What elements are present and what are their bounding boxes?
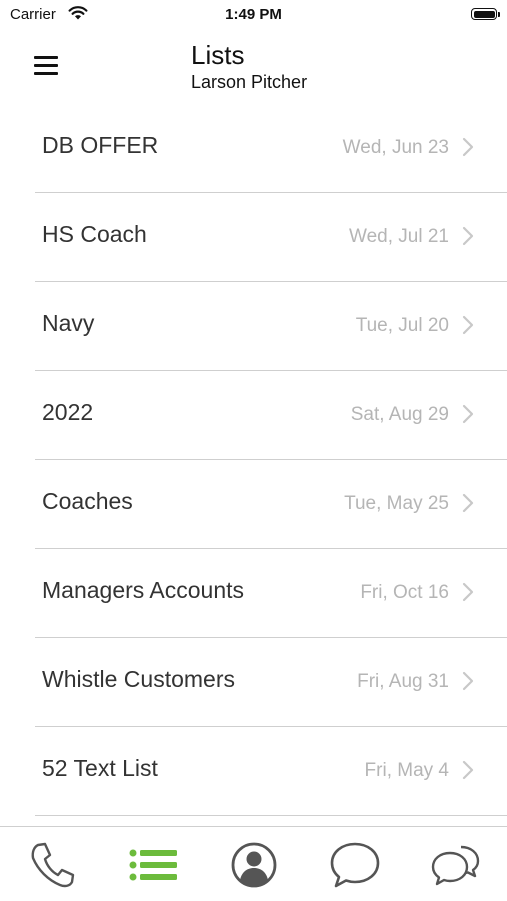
list-item[interactable]: Managers Accounts Fri, Oct 16	[35, 549, 507, 638]
group-chat-icon[interactable]	[428, 837, 484, 893]
list-item-name: Managers Accounts	[42, 577, 245, 603]
lists-icon[interactable]	[125, 837, 181, 893]
list-item-date: Sat, Aug 29	[350, 404, 449, 425]
clock: 1:49 PM	[225, 6, 282, 23]
tab-bar	[0, 826, 507, 901]
list-item[interactable]: HS Coach Wed, Jul 21	[35, 193, 507, 282]
list-item-name: DB OFFER	[42, 132, 159, 158]
hamburger-menu-icon[interactable]	[30, 50, 62, 82]
chevron-right-icon	[462, 404, 474, 424]
page-subtitle: Larson Pitcher	[191, 72, 308, 92]
chevron-right-icon	[462, 671, 474, 691]
battery-icon	[471, 8, 500, 20]
list-item-name: 2022	[42, 399, 94, 425]
status-bar: Carrier 1:49 PM	[0, 0, 507, 30]
chevron-right-icon	[462, 226, 474, 246]
list-item-name: HS Coach	[42, 221, 147, 247]
list-item[interactable]: 2022 Sat, Aug 29	[35, 371, 507, 460]
list-item-date: Tue, May 25	[344, 493, 449, 514]
list-item-date: Fri, Aug 31	[357, 671, 449, 692]
chevron-right-icon	[462, 315, 474, 335]
chevron-right-icon	[462, 493, 474, 513]
list-item-date: Wed, Jul 21	[349, 226, 449, 247]
list-item-date: Fri, Oct 16	[360, 582, 449, 603]
list-item-date: Fri, May 4	[364, 760, 449, 781]
list-item[interactable]: 52 Text List Fri, May 4	[35, 727, 507, 816]
list-item-name: 52 Text List	[42, 755, 158, 781]
chevron-right-icon	[462, 760, 474, 780]
list-item[interactable]: DB OFFER Wed, Jun 23	[35, 104, 507, 193]
lists-list: DB OFFER Wed, Jun 23 HS Coach Wed, Jul 2…	[0, 104, 507, 816]
list-item-name: Coaches	[42, 488, 133, 514]
chat-icon[interactable]	[327, 837, 383, 893]
list-item-name: Whistle Customers	[42, 666, 235, 692]
chevron-right-icon	[462, 137, 474, 157]
list-item[interactable]: Coaches Tue, May 25	[35, 460, 507, 549]
list-item-name: Navy	[42, 310, 95, 336]
contact-icon[interactable]	[226, 837, 282, 893]
list-item[interactable]: Navy Tue, Jul 20	[35, 282, 507, 371]
chevron-right-icon	[462, 582, 474, 602]
list-item[interactable]: Whistle Customers Fri, Aug 31	[35, 638, 507, 727]
list-item-date: Tue, Jul 20	[355, 315, 449, 336]
page-title: Lists	[191, 40, 245, 70]
phone-icon[interactable]	[24, 837, 80, 893]
list-item-date: Wed, Jun 23	[342, 137, 449, 158]
